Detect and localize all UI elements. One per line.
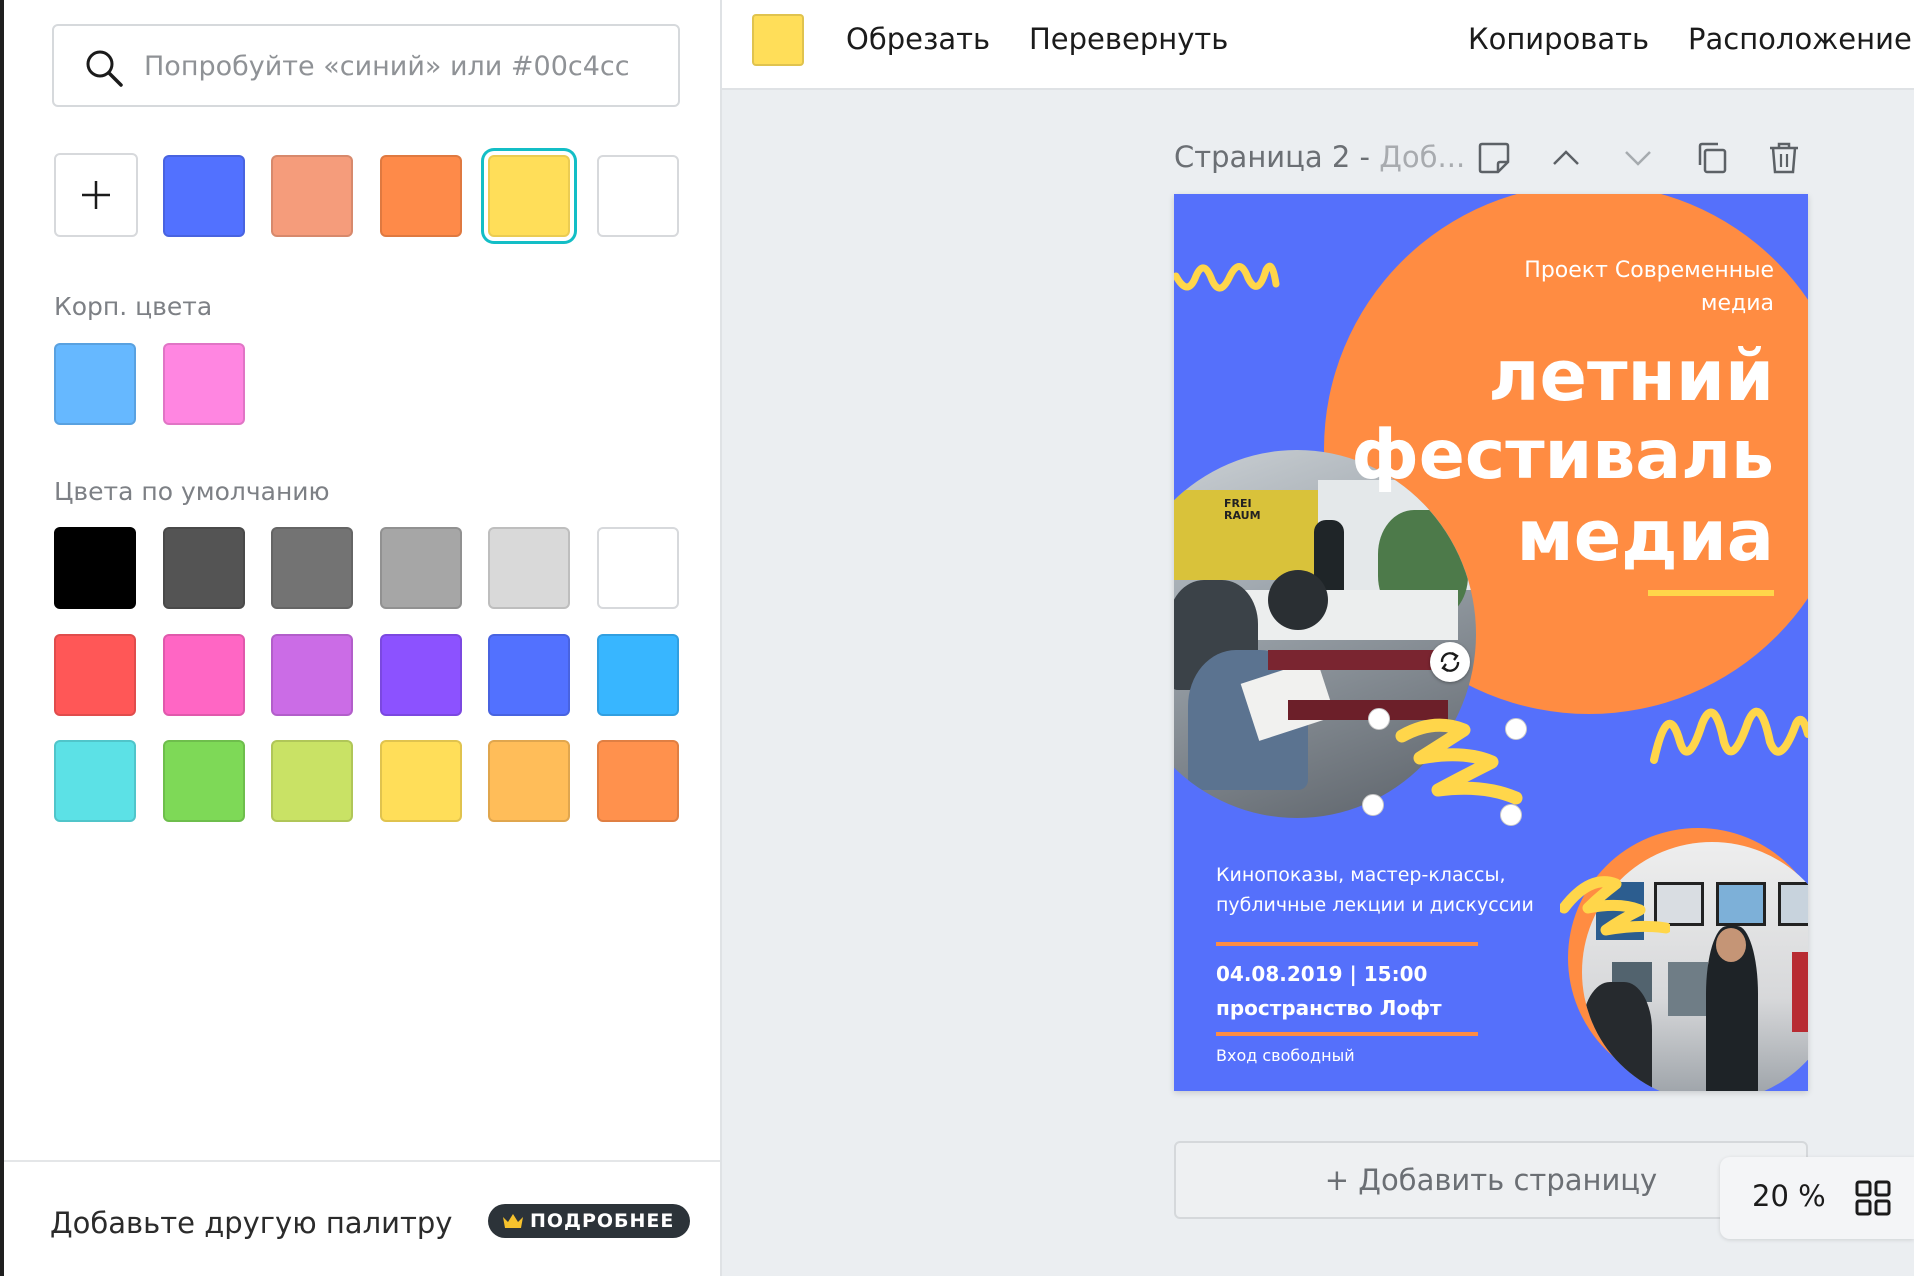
brand-colors-label: Корп. цвета <box>54 292 213 321</box>
page-notes-icon[interactable] <box>1476 140 1512 176</box>
document-color-swatch[interactable] <box>597 155 679 237</box>
learn-more-button[interactable]: ПОДРОБНЕЕ <box>488 1204 691 1238</box>
rotate-icon <box>1440 652 1460 672</box>
document-color-swatch[interactable] <box>488 155 570 237</box>
add-color-button[interactable] <box>54 153 138 237</box>
rotate-handle[interactable] <box>1430 642 1470 682</box>
delete-page-icon[interactable] <box>1766 140 1802 176</box>
crown-icon <box>503 1214 523 1228</box>
resize-handle-bottom-left[interactable] <box>1362 794 1384 816</box>
search-icon <box>86 50 123 87</box>
position-button[interactable]: Расположение <box>1688 22 1912 56</box>
event-date[interactable]: 04.08.2019 | 15:00 <box>1216 962 1427 986</box>
add-page-button[interactable]: + Добавить страницу <box>1174 1141 1808 1219</box>
document-color-swatch[interactable] <box>271 155 353 237</box>
default-color-swatch[interactable] <box>271 740 353 822</box>
headline-underline <box>1648 590 1774 596</box>
yellow-squiggle-right[interactable] <box>1650 694 1808 774</box>
page-number-label: Страница 2 - <box>1174 140 1380 174</box>
default-color-swatch[interactable] <box>54 634 136 716</box>
page-subtitle[interactable]: Доб... <box>1379 140 1465 174</box>
brand-color-swatch[interactable] <box>163 343 245 425</box>
default-color-swatch[interactable] <box>380 527 462 609</box>
panel-footer: Добавьте другую палитру ПОДРОБНЕЕ <box>4 1160 720 1276</box>
project-title[interactable]: Проект Современные медиа <box>1454 254 1774 320</box>
default-color-swatch[interactable] <box>54 527 136 609</box>
resize-handle-top-right[interactable] <box>1505 718 1527 740</box>
headline-line-3[interactable]: медиа <box>1314 496 1774 576</box>
grid-view-icon[interactable] <box>1854 1179 1892 1217</box>
photo-sign-text: FREI RAUM <box>1224 497 1261 522</box>
default-color-swatch[interactable] <box>271 527 353 609</box>
add-palette-text: Добавьте другую палитру <box>50 1206 453 1240</box>
design-canvas[interactable]: FREI RAUM Проект Современные медиа летни… <box>1174 194 1808 1091</box>
move-page-up-icon[interactable] <box>1548 140 1584 176</box>
event-description[interactable]: Кинопоказы, мастер-классы, публичные лек… <box>1216 860 1534 920</box>
yellow-squiggle-top[interactable] <box>1174 254 1284 304</box>
default-color-swatch[interactable] <box>597 527 679 609</box>
brand-color-swatch[interactable] <box>54 343 136 425</box>
color-panel: Корп. цвета Цвета по умолчанию Добавьте … <box>0 0 722 1276</box>
color-search-box[interactable] <box>52 24 680 107</box>
crop-button[interactable]: Обрезать <box>846 22 990 56</box>
color-search-input[interactable] <box>144 34 664 98</box>
default-colors-label: Цвета по умолчанию <box>54 477 330 506</box>
default-color-swatch[interactable] <box>163 740 245 822</box>
headline-line-2[interactable]: фестиваль <box>1284 416 1774 496</box>
yellow-squiggle-bottom[interactable] <box>1560 868 1670 938</box>
default-color-swatch[interactable] <box>488 634 570 716</box>
move-page-down-icon[interactable] <box>1620 140 1656 176</box>
resize-handle-top-left[interactable] <box>1368 708 1390 730</box>
default-color-swatch[interactable] <box>488 527 570 609</box>
document-color-swatch[interactable] <box>380 155 462 237</box>
current-color-button[interactable] <box>752 14 804 66</box>
learn-more-label: ПОДРОБНЕЕ <box>530 1210 675 1232</box>
plus-icon <box>82 181 110 209</box>
zoom-level[interactable]: 20 % <box>1752 1179 1826 1213</box>
default-color-swatch[interactable] <box>597 740 679 822</box>
zoom-panel: 20 % <box>1720 1157 1914 1239</box>
default-color-swatch[interactable] <box>271 634 353 716</box>
default-color-swatch[interactable] <box>380 634 462 716</box>
event-venue[interactable]: пространство Лофт <box>1216 996 1442 1020</box>
resize-handle-bottom-right[interactable] <box>1500 804 1522 826</box>
default-color-swatch[interactable] <box>597 634 679 716</box>
copy-button[interactable]: Копировать <box>1468 22 1649 56</box>
page-title[interactable]: Страница 2 - Доб... <box>1174 140 1465 174</box>
default-color-swatch[interactable] <box>488 740 570 822</box>
default-color-swatch[interactable] <box>163 634 245 716</box>
default-color-swatch[interactable] <box>380 740 462 822</box>
headline-line-1[interactable]: летний <box>1314 336 1774 416</box>
duplicate-page-icon[interactable] <box>1694 140 1730 176</box>
event-entry[interactable]: Вход свободный <box>1216 1046 1355 1065</box>
default-color-swatch[interactable] <box>54 740 136 822</box>
editor-toolbar: Обрезать Перевернуть Копировать Располож… <box>722 0 1914 90</box>
divider-top <box>1216 942 1478 946</box>
divider-bottom <box>1216 1032 1478 1036</box>
flip-button[interactable]: Перевернуть <box>1029 22 1228 56</box>
default-color-swatch[interactable] <box>163 527 245 609</box>
document-color-swatch[interactable] <box>163 155 245 237</box>
